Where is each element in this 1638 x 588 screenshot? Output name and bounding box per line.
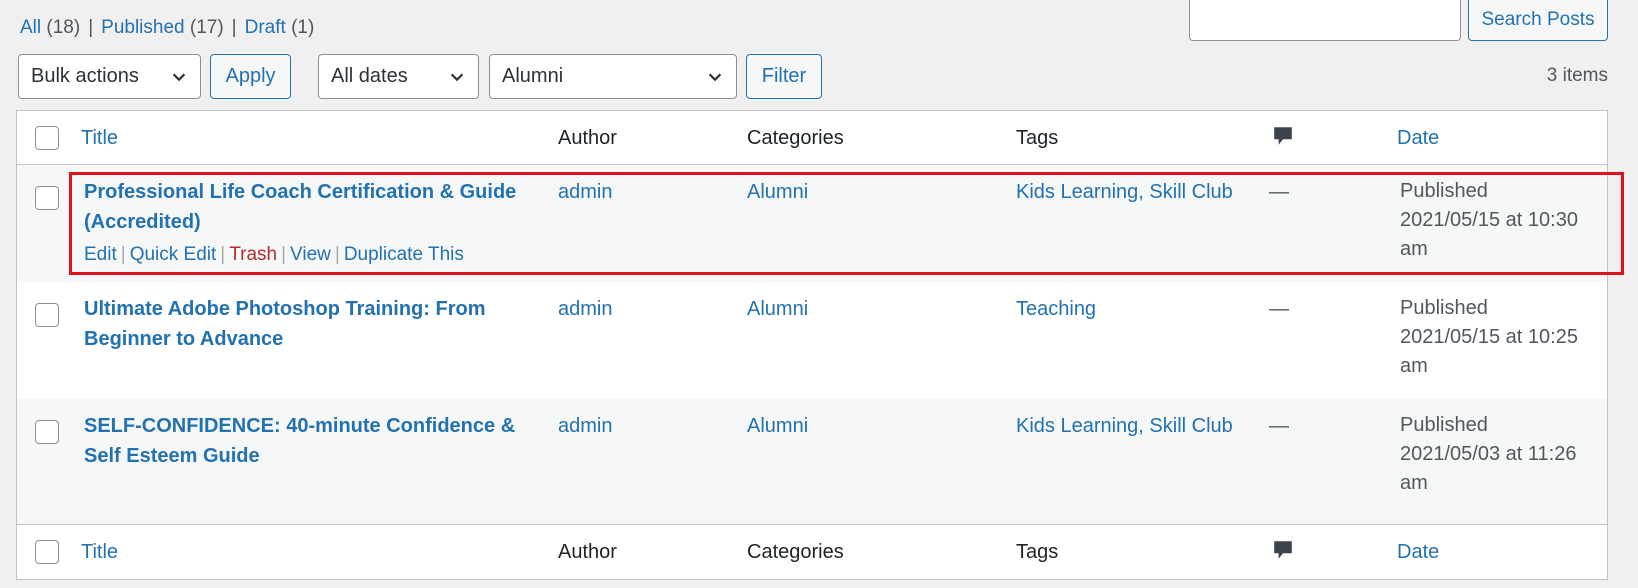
filter-draft-link[interactable]: Draft — [245, 17, 286, 38]
post-date-ampm: am — [1400, 355, 1428, 377]
post-category-link[interactable]: Alumni — [747, 411, 808, 441]
post-title-cell: SELF-CONFIDENCE: 40-minute Confidence & … — [84, 411, 515, 471]
post-date-status: Published — [1400, 414, 1488, 436]
select-all-checkbox[interactable] — [35, 540, 59, 564]
column-title-sort[interactable]: Title — [81, 124, 118, 152]
separator: | — [220, 244, 226, 265]
post-tags-link[interactable]: Teaching — [1016, 294, 1096, 324]
edit-link[interactable]: Edit — [84, 244, 117, 265]
post-title-cell: Ultimate Adobe Photoshop Training: From … — [84, 294, 485, 354]
post-date-line: 2021/05/15 at 10:30 — [1400, 209, 1578, 231]
table-row: Ultimate Adobe Photoshop Training: From … — [17, 282, 1607, 399]
post-comments: — — [1269, 181, 1289, 203]
search-input[interactable] — [1189, 0, 1461, 41]
duplicate-link[interactable]: Duplicate This — [344, 244, 464, 265]
chevron-down-icon — [450, 73, 464, 82]
filter-all-count: (18) — [46, 17, 81, 38]
separator: | — [281, 244, 287, 265]
table-row: Professional Life Coach Certification & … — [17, 165, 1607, 282]
post-date-ampm: am — [1400, 238, 1428, 260]
filter-published-count: (17) — [189, 17, 224, 38]
chevron-down-icon — [708, 73, 722, 82]
post-date-line: 2021/05/15 at 10:25 — [1400, 326, 1578, 348]
column-tags: Tags — [1016, 127, 1059, 149]
posts-table: Title Author Categories Tags Date Profes… — [16, 110, 1608, 580]
chevron-down-icon — [172, 73, 186, 82]
post-date-status: Published — [1400, 180, 1488, 202]
post-title-line: Ultimate Adobe Photoshop Training: From — [84, 298, 486, 320]
separator: | — [120, 244, 126, 265]
post-comments: — — [1269, 415, 1289, 437]
category-select[interactable]: Alumni — [489, 54, 737, 99]
column-author: Author — [558, 127, 617, 149]
filter-button[interactable]: Filter — [746, 54, 822, 99]
view-link[interactable]: View — [290, 244, 331, 265]
items-count: 3 items — [1546, 65, 1608, 86]
dates-select[interactable]: All dates — [318, 54, 479, 99]
search-posts-button[interactable]: Search Posts — [1468, 0, 1608, 41]
bulk-actions-select[interactable]: Bulk actions — [18, 54, 201, 99]
comment-bubble-icon — [1274, 127, 1292, 145]
dates-value: All dates — [331, 65, 408, 87]
apply-button[interactable]: Apply — [210, 54, 291, 99]
table-footer: Title Author Categories Tags Date — [17, 524, 1607, 579]
row-checkbox[interactable] — [35, 186, 59, 210]
post-date: Published 2021/05/15 at 10:30 am — [1400, 177, 1578, 264]
column-categories: Categories — [747, 541, 844, 563]
post-title-line: (Accredited) — [84, 211, 201, 233]
table-row: SELF-CONFIDENCE: 40-minute Confidence & … — [17, 399, 1607, 524]
column-title-sort[interactable]: Title — [81, 538, 118, 566]
post-tags-link[interactable]: Kids Learning, Skill Club — [1016, 411, 1233, 441]
post-tags-link[interactable]: Kids Learning, Skill Club — [1016, 177, 1233, 207]
post-title-link[interactable]: Ultimate Adobe Photoshop Training: From … — [84, 294, 485, 354]
column-tags: Tags — [1016, 541, 1059, 563]
row-checkbox[interactable] — [35, 303, 59, 327]
table-header: Title Author Categories Tags Date — [17, 111, 1607, 165]
post-category-link[interactable]: Alumni — [747, 177, 808, 207]
row-checkbox[interactable] — [35, 420, 59, 444]
post-status-filter: All (18) | Published (17) | Draft (1) — [20, 16, 314, 40]
separator: | — [88, 17, 94, 38]
column-date-sort[interactable]: Date — [1397, 538, 1439, 566]
post-title-line: SELF-CONFIDENCE: 40-minute Confidence & — [84, 415, 516, 437]
post-title-link[interactable]: Professional Life Coach Certification & … — [84, 177, 516, 237]
post-date-ampm: am — [1400, 472, 1428, 494]
separator: | — [334, 244, 340, 265]
post-author-link[interactable]: admin — [558, 411, 612, 441]
column-author: Author — [558, 541, 617, 563]
filter-all-link[interactable]: All — [20, 17, 41, 38]
column-date-sort[interactable]: Date — [1397, 124, 1439, 152]
post-category-link[interactable]: Alumni — [747, 294, 808, 324]
trash-link[interactable]: Trash — [229, 244, 277, 265]
post-title-line: Professional Life Coach Certification & … — [84, 181, 517, 203]
search-box: Search Posts — [1189, 0, 1608, 41]
post-title-link[interactable]: SELF-CONFIDENCE: 40-minute Confidence & … — [84, 411, 515, 471]
category-value: Alumni — [502, 65, 564, 87]
post-date: Published 2021/05/15 at 10:25 am — [1400, 294, 1578, 381]
post-author-link[interactable]: admin — [558, 177, 612, 207]
post-comments: — — [1269, 298, 1289, 320]
post-title-line: Beginner to Advance — [84, 328, 284, 350]
column-categories: Categories — [747, 127, 844, 149]
row-actions: Edit | Quick Edit | Trash | View | Duplicate Thi… — [84, 243, 516, 267]
post-date-line: 2021/05/03 at 11:26 — [1400, 443, 1577, 465]
separator: | — [231, 17, 237, 38]
comment-bubble-icon — [1274, 541, 1292, 559]
select-all-checkbox[interactable] — [35, 126, 59, 150]
bulk-actions-value: Bulk actions — [31, 65, 139, 87]
filter-draft-count: (1) — [291, 17, 315, 38]
filter-published-link[interactable]: Published — [101, 17, 184, 38]
post-title-cell: Professional Life Coach Certification & … — [84, 177, 516, 267]
post-author-link[interactable]: admin — [558, 294, 612, 324]
quick-edit-link[interactable]: Quick Edit — [130, 244, 217, 265]
post-title-line: Self Esteem Guide — [84, 445, 260, 467]
post-date-status: Published — [1400, 297, 1488, 319]
post-date: Published 2021/05/03 at 11:26 am — [1400, 411, 1576, 498]
